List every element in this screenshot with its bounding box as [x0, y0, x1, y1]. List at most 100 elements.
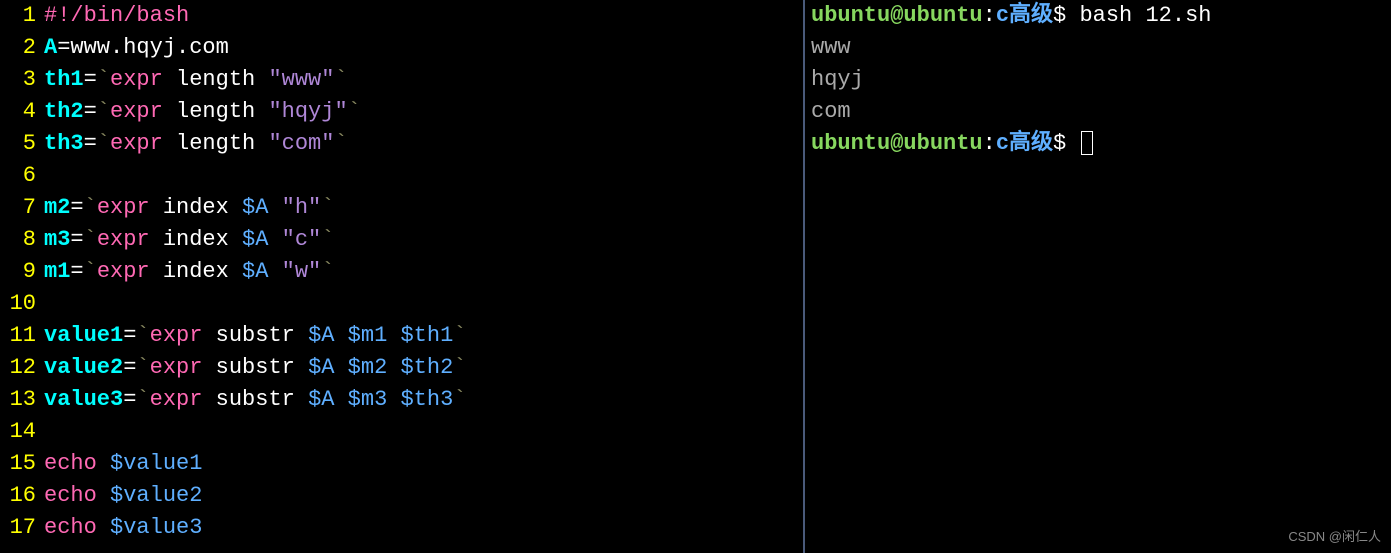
code-line[interactable]: 4th2=`expr length "hqyj"` [0, 96, 803, 128]
code-token [387, 387, 400, 412]
line-number: 17 [0, 512, 44, 544]
code-token [334, 355, 347, 380]
code-token: ` [334, 131, 347, 156]
line-number: 13 [0, 384, 44, 416]
terminal-prompt-line[interactable]: ubuntu@ubuntu:c高级$ bash 12.sh [811, 0, 1391, 32]
code-line[interactable]: 14 [0, 416, 803, 448]
terminal-container[interactable]: ubuntu@ubuntu:c高级$ bash 12.shwwwhqyjcomu… [811, 0, 1391, 160]
line-number: 2 [0, 32, 44, 64]
code-token: $A [242, 195, 268, 220]
code-token: expr [110, 131, 163, 156]
code-token: ` [97, 131, 110, 156]
code-line[interactable]: 16echo $value2 [0, 480, 803, 512]
code-token: = [123, 355, 136, 380]
code-token: = [84, 67, 97, 92]
line-content[interactable]: value3=`expr substr $A $m3 $th3` [44, 384, 803, 416]
code-token: ` [453, 323, 466, 348]
code-line[interactable]: 11value1=`expr substr $A $m1 $th1` [0, 320, 803, 352]
code-token: value1 [44, 323, 123, 348]
line-content[interactable]: #!/bin/bash [44, 0, 803, 32]
code-token: ` [136, 387, 149, 412]
code-token: expr [110, 99, 163, 124]
code-line[interactable]: 12value2=`expr substr $A $m2 $th2` [0, 352, 803, 384]
code-token: = [123, 387, 136, 412]
code-line[interactable]: 15echo $value1 [0, 448, 803, 480]
prompt-colon: : [983, 3, 996, 28]
line-content[interactable]: th3=`expr length "com"` [44, 128, 803, 160]
code-line[interactable]: 1#!/bin/bash [0, 0, 803, 32]
terminal-output-line: www [811, 32, 1391, 64]
code-token: expr [110, 67, 163, 92]
code-token: "hqyj" [268, 99, 347, 124]
line-number: 5 [0, 128, 44, 160]
line-content[interactable]: echo $value2 [44, 480, 803, 512]
line-content[interactable] [44, 160, 803, 192]
line-number: 9 [0, 256, 44, 288]
code-line[interactable]: 9m1=`expr index $A "w"` [0, 256, 803, 288]
code-token: "w" [282, 259, 322, 284]
line-content[interactable]: m1=`expr index $A "w"` [44, 256, 803, 288]
terminal-command: bash 12.sh [1079, 3, 1211, 28]
code-token: substr [202, 355, 308, 380]
code-token: ` [97, 67, 110, 92]
code-token: $m1 [348, 323, 388, 348]
code-token: $th2 [400, 355, 453, 380]
code-token [268, 227, 281, 252]
code-editor-pane[interactable]: 1#!/bin/bash2A=www.hqyj.com3th1=`expr le… [0, 0, 803, 553]
line-content[interactable]: A=www.hqyj.com [44, 32, 803, 64]
terminal-output-line: hqyj [811, 64, 1391, 96]
code-token: $th1 [400, 323, 453, 348]
code-token: $m3 [348, 387, 388, 412]
code-line[interactable]: 17echo $value3 [0, 512, 803, 544]
code-line[interactable]: 6 [0, 160, 803, 192]
code-line[interactable]: 3th1=`expr length "www"` [0, 64, 803, 96]
code-token: $value3 [110, 515, 202, 540]
line-content[interactable]: th1=`expr length "www"` [44, 64, 803, 96]
code-line[interactable]: 8m3=`expr index $A "c"` [0, 224, 803, 256]
line-content[interactable] [44, 288, 803, 320]
code-line[interactable]: 7m2=`expr index $A "h"` [0, 192, 803, 224]
line-number: 1 [0, 0, 44, 32]
code-token: #!/bin/bash [44, 3, 189, 28]
code-token: expr [97, 195, 150, 220]
line-number: 3 [0, 64, 44, 96]
code-line[interactable]: 10 [0, 288, 803, 320]
code-token: ` [84, 259, 97, 284]
line-content[interactable]: value2=`expr substr $A $m2 $th2` [44, 352, 803, 384]
line-content[interactable]: echo $value1 [44, 448, 803, 480]
code-token: $value1 [110, 451, 202, 476]
line-content[interactable]: m3=`expr index $A "c"` [44, 224, 803, 256]
code-token: = [84, 99, 97, 124]
code-line[interactable]: 2A=www.hqyj.com [0, 32, 803, 64]
code-token: ` [348, 99, 361, 124]
code-token: substr [202, 387, 308, 412]
code-token: ` [321, 195, 334, 220]
code-token: = [123, 323, 136, 348]
code-line[interactable]: 13value3=`expr substr $A $m3 $th3` [0, 384, 803, 416]
code-container[interactable]: 1#!/bin/bash2A=www.hqyj.com3th1=`expr le… [0, 0, 803, 544]
code-line[interactable]: 5th3=`expr length "com"` [0, 128, 803, 160]
code-token: th3 [44, 131, 84, 156]
line-number: 8 [0, 224, 44, 256]
line-content[interactable]: th2=`expr length "hqyj"` [44, 96, 803, 128]
line-number: 6 [0, 160, 44, 192]
line-content[interactable] [44, 416, 803, 448]
prompt-userhost: ubuntu@ubuntu [811, 3, 983, 28]
prompt-path: c高级 [996, 3, 1053, 28]
code-token: $m2 [348, 355, 388, 380]
line-number: 12 [0, 352, 44, 384]
code-token: ` [84, 227, 97, 252]
code-token: expr [97, 227, 150, 252]
line-content[interactable]: echo $value3 [44, 512, 803, 544]
code-token: $A [242, 259, 268, 284]
line-number: 15 [0, 448, 44, 480]
line-content[interactable]: m2=`expr index $A "h"` [44, 192, 803, 224]
code-token: $A [308, 355, 334, 380]
terminal-prompt-line[interactable]: ubuntu@ubuntu:c高级$ [811, 128, 1391, 160]
line-number: 11 [0, 320, 44, 352]
terminal-pane[interactable]: ubuntu@ubuntu:c高级$ bash 12.shwwwhqyjcomu… [805, 0, 1391, 553]
code-token: =www.hqyj.com [57, 35, 229, 60]
line-content[interactable]: value1=`expr substr $A $m1 $th1` [44, 320, 803, 352]
prompt-colon: : [983, 131, 996, 156]
code-token: echo [44, 483, 97, 508]
